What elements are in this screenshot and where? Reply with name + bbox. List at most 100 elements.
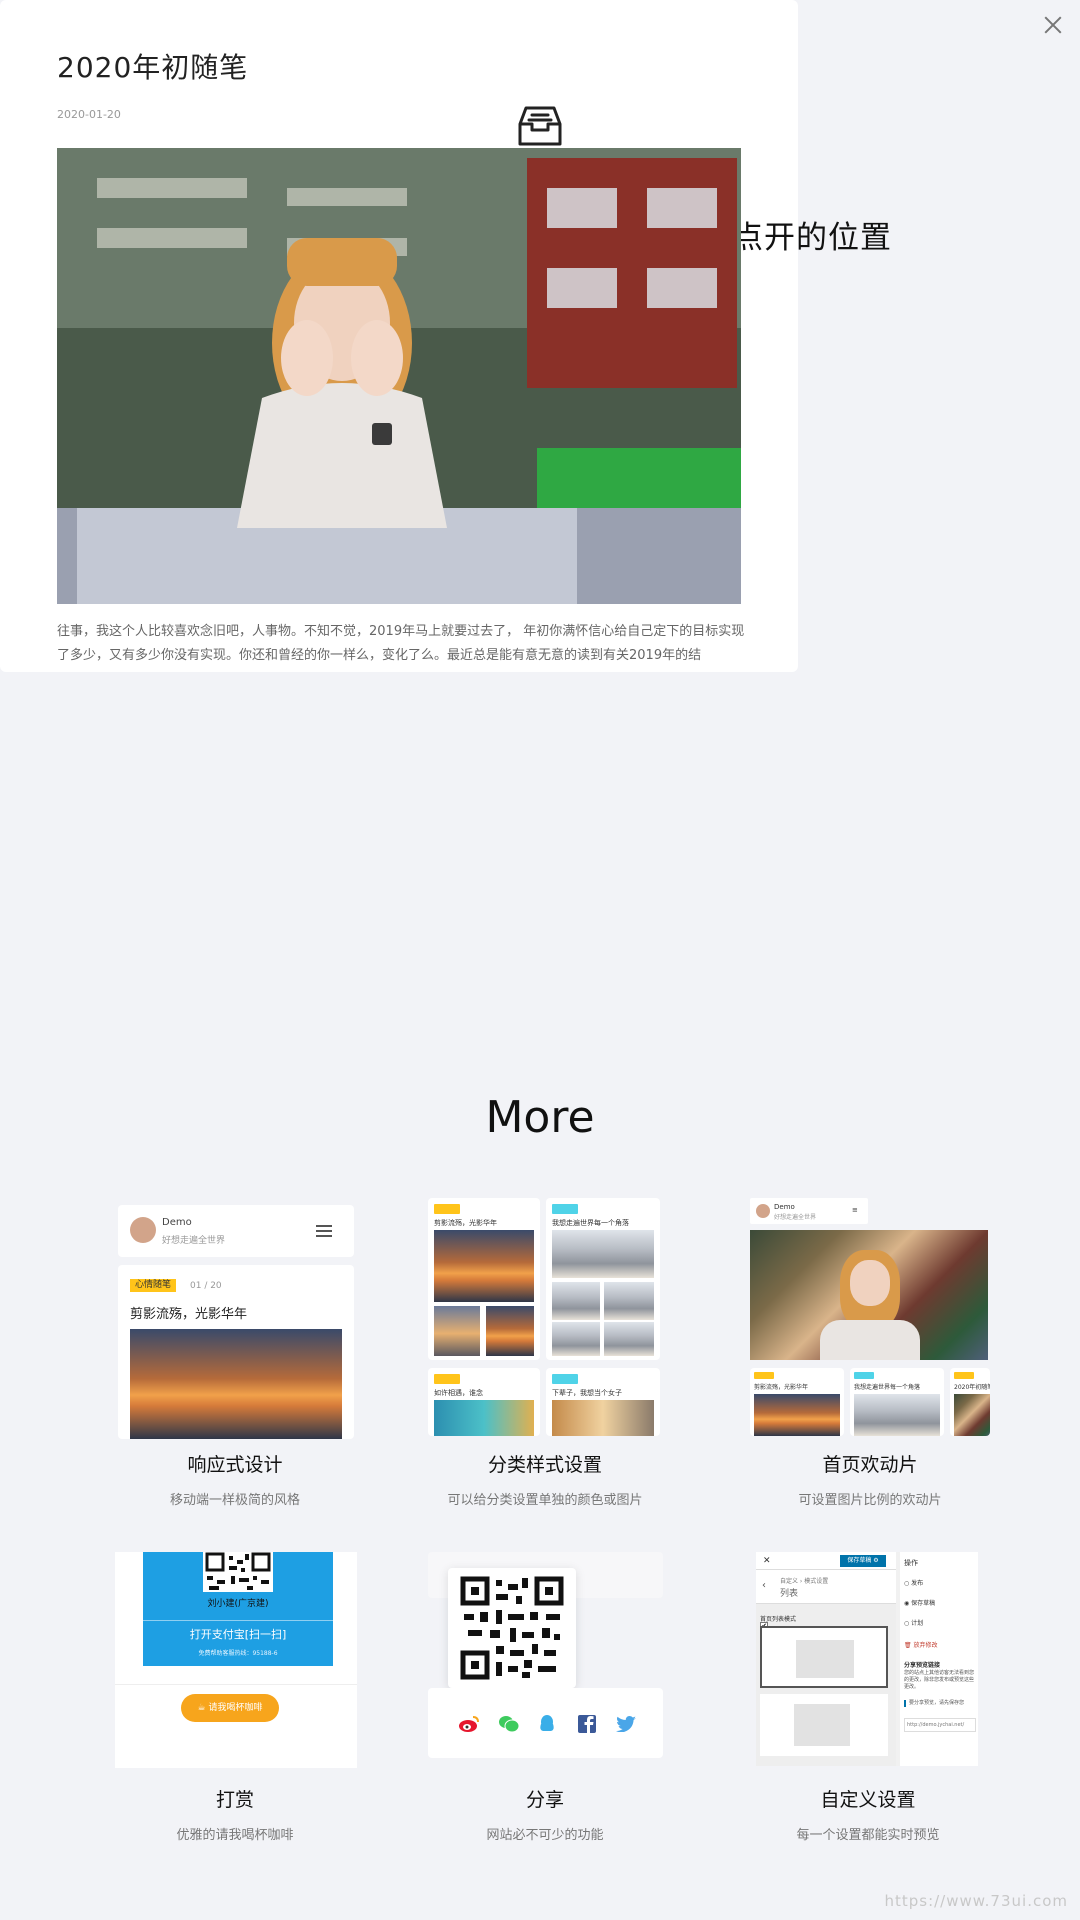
menu-icon[interactable] — [316, 1225, 332, 1237]
layout-option[interactable] — [760, 1694, 888, 1756]
feature-responsive: 响应式设计 移动端一样极简的风格 — [85, 1450, 385, 1508]
option-publish[interactable]: ○ 发布 — [904, 1578, 923, 1587]
slider-card[interactable]: 我想走遍世界每一个角落 — [850, 1368, 944, 1436]
wechat-icon[interactable] — [498, 1715, 520, 1733]
category-card[interactable]: 如许相遇，谁念 — [428, 1368, 540, 1436]
reward-preview: 刘小建(广京建) 打开支付宝[扫一扫] 免费帮助客服热线：95188-6 ☕ 请… — [115, 1552, 357, 1768]
feature-category: 分类样式设置 可以给分类设置单独的颜色或图片 — [395, 1450, 695, 1508]
category-card-text: 我想走遍世界每一个角落 — [552, 1219, 629, 1227]
site-name: Demo — [162, 1217, 192, 1228]
responsive-preview: Demo 好想走遍全世界 心情随笔 01 / 20 剪影流殇，光影华年 — [118, 1203, 354, 1439]
slider-header: Demo 好想走遍全世界 ≡ — [750, 1198, 868, 1224]
publish-panel: 操作 ○ 发布 ◉ 保存草稿 ○ 计划 🗑 放弃修改 分享预览链接 您的站点上其… — [900, 1552, 978, 1766]
category-card-text: 下辈子，我想当个女子 — [552, 1389, 622, 1397]
layout-option-selected[interactable] — [760, 1626, 888, 1688]
slider-card-text: 2020年初随笔 — [954, 1384, 990, 1391]
reward-button-label: 请我喝杯咖啡 — [208, 1703, 263, 1713]
feature-customize: 自定义设置 每一个设置都能实时预览 — [718, 1785, 1018, 1843]
reward-button[interactable]: ☕ 请我喝杯咖啡 — [181, 1694, 279, 1722]
site-tagline: 好想走遍全世界 — [774, 1214, 817, 1221]
mobile-post-title: 剪影流殇，光影华年 — [130, 1307, 248, 1322]
post-thumbnail — [130, 1329, 342, 1439]
post-counter: 01 / 20 — [190, 1281, 222, 1291]
feature-slider: 首页欢动片 可设置图片比例的欢动片 — [720, 1450, 1020, 1508]
feature-title: 首页欢动片 — [822, 1454, 918, 1476]
qr-code — [203, 1552, 273, 1592]
payee-name: 刘小建(广京建) — [207, 1599, 269, 1609]
customizer-section: 列表 — [780, 1589, 799, 1599]
customizer-breadcrumb: 自定义 › 模式设置 — [780, 1578, 829, 1585]
feature-title: 打赏 — [215, 1789, 254, 1811]
trash-icon: 🗑 — [904, 1642, 912, 1649]
share-preview-desc: 您的站点上其他访客无法看到您的更改，除非您发布或预览这些更改。 — [904, 1670, 975, 1690]
feature-desc: 每一个设置都能实时预览 — [796, 1828, 940, 1843]
slider-preview: Demo 好想走遍全世界 ≡ 剪影流殇，光影华年 我想走遍世界每一个角落 202… — [748, 1198, 990, 1436]
option-schedule[interactable]: ○ 计划 — [904, 1618, 923, 1627]
post-photo — [57, 148, 741, 604]
avatar — [756, 1204, 770, 1218]
share-preview-hint: 要分享预览，请先保存您 — [904, 1700, 976, 1707]
feature-title: 分享 — [525, 1789, 564, 1811]
back-icon[interactable]: ‹ — [762, 1580, 766, 1591]
alipay-panel: 刘小建(广京建) 打开支付宝[扫一扫] 免费帮助客服热线：95188-6 — [143, 1552, 333, 1666]
customizer-sidebar: ✕ 保存草稿 ⚙ ‹ 自定义 › 模式设置 列表 首页列表模式 ✔ — [756, 1552, 896, 1766]
slider-card-text: 我想走遍世界每一个角落 — [854, 1384, 921, 1391]
site-tagline: 好想走遍全世界 — [162, 1236, 226, 1246]
feature-reward: 打赏 优雅的请我喝杯咖啡 — [85, 1785, 385, 1843]
feature-title: 响应式设计 — [187, 1454, 283, 1476]
feature-desc: 移动端一样极简的风格 — [169, 1493, 300, 1508]
post-date: 2020-01-20 — [57, 108, 121, 121]
feature-desc: 可以给分类设置单独的颜色或图片 — [447, 1493, 643, 1508]
inbox-icon — [518, 106, 562, 146]
scan-instruction: 打开支付宝[扫一扫] — [189, 1628, 287, 1641]
save-draft-button[interactable]: 保存草稿 ⚙ — [840, 1555, 886, 1567]
feature-desc: 优雅的请我喝杯咖啡 — [176, 1828, 294, 1843]
slide-image[interactable] — [750, 1230, 988, 1360]
feature-title: 自定义设置 — [820, 1789, 916, 1811]
category-card-text: 剪影流殇，光影华年 — [434, 1219, 497, 1227]
option-label: 保存草稿 — [911, 1600, 936, 1607]
actions-title: 操作 — [904, 1559, 918, 1567]
gear-icon: ⚙ — [873, 1557, 879, 1564]
share-qr-popup — [448, 1568, 576, 1688]
share-preview-title: 分享预览链接 — [904, 1662, 941, 1669]
category-tag: 心情随笔 — [130, 1279, 177, 1292]
facebook-icon[interactable] — [578, 1715, 596, 1733]
category-preview: 剪影流殇，光影华年 我想走遍世界每一个角落 如许相遇，谁念 下辈子，我想当个女子 — [428, 1198, 660, 1436]
share-bar — [428, 1688, 663, 1758]
slider-card[interactable]: 2020年初随笔 — [950, 1368, 990, 1436]
category-card[interactable]: 下辈子，我想当个女子 — [546, 1368, 660, 1436]
avatar — [130, 1217, 156, 1243]
more-heading: More — [485, 1092, 595, 1143]
category-card[interactable]: 我想走遍世界每一个角落 — [546, 1198, 660, 1360]
post-excerpt: 往事，我这个人比较喜欢念旧吧，人事物。不知不觉，2019年马上就要过去了， 年初… — [57, 624, 745, 663]
qr-code — [460, 1576, 564, 1680]
twitter-icon[interactable] — [616, 1716, 636, 1732]
mobile-post-card[interactable]: 心情随笔 01 / 20 剪影流殇，光影华年 — [118, 1265, 354, 1439]
slider-card[interactable]: 剪影流殇，光影华年 — [750, 1368, 844, 1436]
service-hotline: 免费帮助客服热线：95188-6 — [198, 1650, 278, 1657]
close-icon[interactable]: ✕ — [763, 1556, 771, 1566]
category-card-text: 如许相遇，谁念 — [434, 1389, 483, 1397]
share-preview — [428, 1552, 663, 1762]
option-label: 发布 — [911, 1580, 924, 1587]
mobile-header: Demo 好想走遍全世界 — [118, 1205, 354, 1257]
slider-card-text: 剪影流殇，光影华年 — [754, 1384, 809, 1391]
discard-label: 放弃修改 — [913, 1642, 938, 1649]
menu-icon[interactable]: ≡ — [852, 1206, 858, 1214]
save-draft-label: 保存草稿 — [847, 1557, 872, 1564]
qq-icon[interactable] — [538, 1714, 556, 1734]
option-label: 计划 — [911, 1620, 924, 1627]
category-card[interactable]: 剪影流殇，光影华年 — [428, 1198, 540, 1360]
customize-preview: ✕ 保存草稿 ⚙ ‹ 自定义 › 模式设置 列表 首页列表模式 ✔ 操作 ○ 发… — [756, 1552, 978, 1766]
site-watermark: https://www.73ui.com — [884, 1892, 1068, 1910]
option-draft[interactable]: ◉ 保存草稿 — [904, 1598, 935, 1607]
discard-button[interactable]: 🗑 放弃修改 — [904, 1640, 938, 1649]
feature-share: 分享 网站必不可少的功能 — [395, 1785, 695, 1843]
feature-desc: 可设置图片比例的欢动片 — [798, 1493, 942, 1508]
post-title: 2020年初随笔 — [57, 51, 249, 84]
popup-detail-card: 2020年初随笔 2020-01-20 往事，我这个人比较喜欢念旧吧，人事物。不… — [0, 0, 798, 672]
weibo-icon[interactable] — [458, 1715, 480, 1733]
preview-url-field[interactable]: http://demo.jychai.net/ — [904, 1718, 976, 1732]
feature-title: 分类样式设置 — [487, 1454, 602, 1476]
